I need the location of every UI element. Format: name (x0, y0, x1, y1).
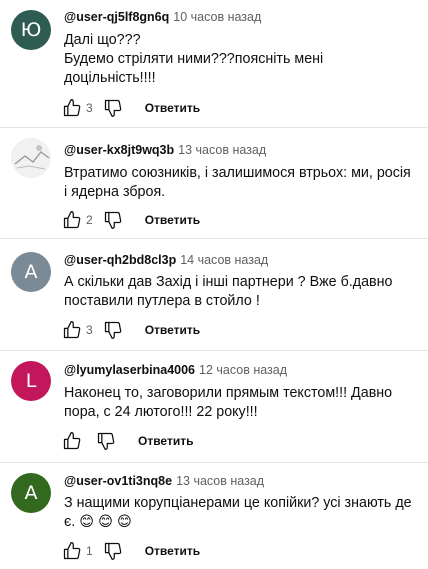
comment-text: Далі що??? Будемо стріляти ними???поясні… (64, 32, 324, 86)
comment-author[interactable]: @lyumylaserbina4006 (64, 363, 195, 377)
thumb-up-icon[interactable] (62, 541, 82, 561)
avatar[interactable]: Ю (11, 10, 51, 50)
comment-timestamp[interactable]: 13 часов назад (178, 143, 266, 157)
thumb-up-icon[interactable] (62, 320, 82, 340)
comment-author[interactable]: @user-qh2bd8cl3p (64, 253, 176, 267)
comment-author[interactable]: @user-ov1ti3nq8e (64, 474, 172, 488)
like-count: 1 (86, 544, 93, 558)
thumb-down-icon[interactable] (103, 541, 123, 561)
comment-text: Наконец то, заговорили прямым текстом!!!… (64, 385, 393, 420)
thumb-down-icon[interactable] (103, 320, 123, 340)
thumb-up-icon[interactable] (62, 210, 82, 230)
comment-text: З нащими корупціанерами це копійки? усі … (64, 495, 412, 530)
comment-thread: Ю @user-qj5lf8gn6q 10 часов назад Далі що… (0, 0, 428, 125)
like-count: 2 (86, 213, 93, 227)
comment-thread: A @user-qh2bd8cl3p 14 часов назад А скіль… (0, 239, 428, 349)
reply-button[interactable]: Ответить (145, 323, 200, 337)
comment-thread: A @user-ov1ti3nq8e 13 часов назад З нащим… (0, 463, 428, 569)
thumb-down-icon[interactable] (96, 431, 116, 451)
reply-button[interactable]: Ответить (145, 213, 200, 227)
thumb-up-icon[interactable] (62, 431, 82, 451)
reply-button[interactable]: Ответить (145, 101, 200, 115)
avatar[interactable]: A (11, 473, 51, 513)
comment-author[interactable]: @user-qj5lf8gn6q (64, 10, 169, 24)
comment-text: Втратимо союзників, і залишимося втрьох:… (64, 165, 411, 200)
avatar[interactable]: A (11, 252, 51, 292)
like-count: 3 (86, 323, 93, 337)
comment-timestamp[interactable]: 12 часов назад (199, 363, 287, 377)
reply-button[interactable]: Ответить (138, 434, 193, 448)
comment-timestamp[interactable]: 14 часов назад (180, 253, 268, 267)
thumb-down-icon[interactable] (103, 98, 123, 118)
comment-thread: @user-kx8jt9wq3b 13 часов назад Втратимо … (0, 128, 428, 238)
avatar[interactable]: L (11, 361, 51, 401)
like-count: 3 (86, 101, 93, 115)
comment-timestamp[interactable]: 13 часов назад (176, 474, 264, 488)
comment-timestamp[interactable]: 10 часов назад (173, 10, 261, 24)
thumb-down-icon[interactable] (103, 210, 123, 230)
reply-button[interactable]: Ответить (145, 544, 200, 558)
comment-text: А скільки дав Захід і інші партнери ? Вж… (64, 274, 393, 309)
comment-author[interactable]: @user-kx8jt9wq3b (64, 143, 174, 157)
comment-thread: L @lyumylaserbina4006 12 часов назад Нако… (0, 351, 428, 462)
avatar-image-icon (11, 138, 51, 178)
thumb-up-icon[interactable] (62, 98, 82, 118)
avatar[interactable] (11, 138, 51, 178)
